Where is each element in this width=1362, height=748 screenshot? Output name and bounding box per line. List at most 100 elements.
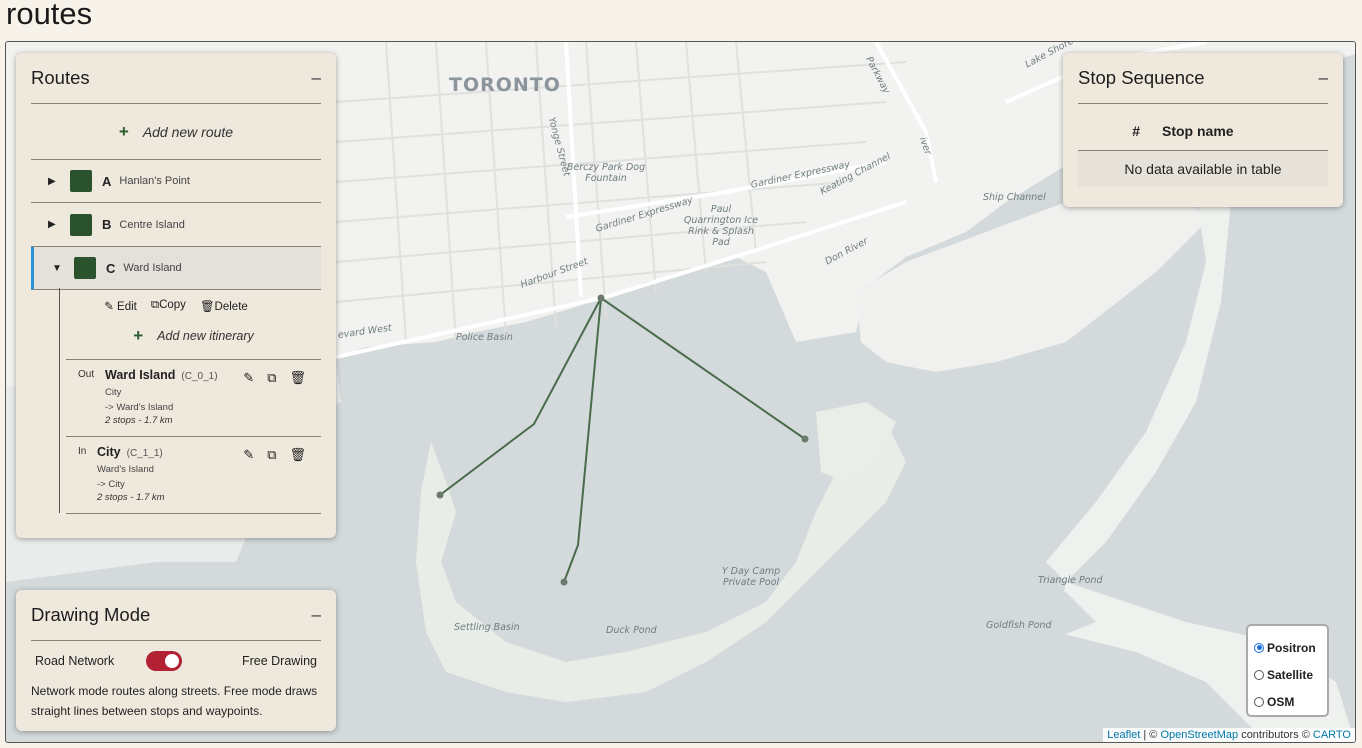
copy-button[interactable]: ⧉Copy [151,299,186,313]
itinerary-out[interactable]: Out Ward Island (C_0_1) City -> Ward's Is… [66,360,321,437]
drawing-panel-title: Drawing Mode [31,604,151,625]
itinerary-direction: In [78,446,87,457]
drawing-description: Network mode routes along streets. Free … [31,684,318,718]
free-drawing-label: Free Drawing [241,654,317,668]
label-paul-quarrington: Paul Quarrington Ice Rink & Splash Pad [683,204,759,248]
layer-label-positron: Positron [1267,640,1316,655]
layer-control: Positron Satellite OSM [1246,624,1329,717]
empty-table-message: No data available in table [1078,150,1328,187]
road-network-label: Road Network [35,654,115,668]
drawing-collapse-button[interactable]: – [312,605,321,625]
radio-positron[interactable] [1254,642,1264,653]
itinerary-to: -> Ward's Island [105,402,174,413]
itinerary-icons: ✎ ⧉ 🗑 [243,370,306,386]
col-number[interactable]: # [1078,112,1156,151]
drawing-mode-toggle[interactable] [146,651,183,671]
routes-collapse-button[interactable]: – [312,68,321,88]
delete-button[interactable]: 🗑Delete [200,299,248,313]
route-name: Ward Island [123,262,182,274]
routes-panel: Routes – + Add new route ▶ A Hanlan's Po… [16,53,336,538]
itinerary-code: (C_1_1) [126,448,163,459]
stop-collapse-button[interactable]: – [1319,68,1328,88]
itinerary-stats: 2 stops - 1.7 km [97,492,165,503]
route-color-swatch[interactable] [74,257,96,279]
route-actions: ✎ Edit ⧉Copy 🗑Delete [16,299,336,313]
drawing-mode-panel: Drawing Mode – Road Network Free Drawing… [16,590,336,731]
layer-label-satellite: Satellite [1267,667,1314,682]
edit-icon[interactable]: ✎ [243,370,254,386]
caret-down-icon[interactable]: ▼ [52,263,64,274]
copy-icon: ⧉ [150,299,160,311]
route-letter: B [102,217,112,232]
tree-line [59,288,60,513]
label-y-day-camp: Y Day Camp Private Pool [721,566,781,588]
layer-option-positron[interactable]: Positron [1254,634,1321,661]
page-title: routes [6,0,93,31]
edit-icon[interactable]: ✎ [243,447,254,463]
trash-icon: 🗑 [199,301,215,313]
itinerary-stats: 2 stops - 1.7 km [105,415,173,426]
trash-icon[interactable]: 🗑 [289,447,306,463]
routes-panel-title: Routes [31,67,90,88]
itinerary-icons: ✎ ⧉ 🗑 [243,447,306,463]
drawing-toggle-row: Road Network Free Drawing [35,651,317,671]
carto-link[interactable]: CARTO [1313,729,1351,741]
duplicate-icon[interactable]: ⧉ [267,370,276,386]
add-itinerary-label: Add new itinerary [157,329,254,343]
label-toronto: TORONTO [449,74,561,96]
itinerary-title: Ward Island [105,368,176,382]
add-route-button[interactable]: + Add new route [31,104,321,160]
col-stop-name[interactable]: Stop name [1156,112,1328,151]
map-attribution: Leaflet | © OpenStreetMap contributors ©… [1103,728,1355,742]
label-duck-pond: Duck Pond [606,625,657,636]
itinerary-title: City [97,445,121,459]
route-letter: C [106,260,116,276]
layer-option-osm[interactable]: OSM [1254,688,1321,715]
label-ship-channel: Ship Channel [983,192,1046,203]
caret-right-icon[interactable]: ▶ [48,219,60,230]
label-police-basin: Police Basin [456,332,513,343]
route-name: Hanlan's Point [119,175,190,187]
route-letter: A [102,173,112,189]
stop-table: # Stop name No data available in table [1078,112,1328,187]
edit-button[interactable]: ✎ Edit [104,299,137,313]
centre-island-pond [516,582,606,627]
route-color-swatch[interactable] [70,170,92,192]
layer-label-osm: OSM [1267,694,1295,709]
delete-label: Delete [214,301,248,313]
trash-icon[interactable]: 🗑 [289,370,306,386]
route-row-b[interactable]: ▶ B Centre Island [31,203,321,247]
radio-osm[interactable] [1254,696,1264,707]
plus-icon: + [118,121,129,141]
caret-right-icon[interactable]: ▶ [48,176,60,187]
itinerary-code: (C_0_1) [181,371,218,382]
add-route-label: Add new route [142,123,234,140]
label-goldfish-pond: Goldfish Pond [986,620,1052,631]
radio-satellite[interactable] [1254,669,1264,680]
attrib-mid: contributors © [1241,729,1310,741]
route-name: Centre Island [119,218,185,231]
itinerary-direction: Out [78,369,95,380]
toggle-knob [165,654,180,668]
itinerary-to: -> City [97,479,125,490]
stop-panel-title: Stop Sequence [1078,67,1205,88]
itinerary-in[interactable]: In City (C_1_1) Ward's Island -> City 2 s… [66,437,321,514]
route-row-a[interactable]: ▶ A Hanlan's Point [31,160,321,203]
label-settling-basin: Settling Basin [454,622,520,633]
plus-icon: + [133,326,144,345]
layer-option-satellite[interactable]: Satellite [1254,661,1321,688]
label-berczy: Berczy Park Dog Fountain [566,162,646,184]
itinerary-from: City [105,387,122,398]
osm-link[interactable]: OpenStreetMap [1160,729,1238,741]
route-row-c[interactable]: ▼ C Ward Island [31,247,321,290]
leaflet-link[interactable]: Leaflet [1107,729,1140,741]
copy-label: Copy [159,299,186,311]
stop-sequence-panel: Stop Sequence – # Stop name No data avai… [1063,53,1343,207]
itinerary-from: Ward's Island [97,464,154,475]
label-triangle-pond: Triangle Pond [1038,575,1103,586]
duplicate-icon[interactable]: ⧉ [267,447,276,463]
route-color-swatch[interactable] [70,213,92,236]
edit-label: Edit [117,301,137,313]
add-itinerary-button[interactable]: + Add new itinerary [66,313,321,360]
attrib-sep: | © [1143,729,1158,741]
